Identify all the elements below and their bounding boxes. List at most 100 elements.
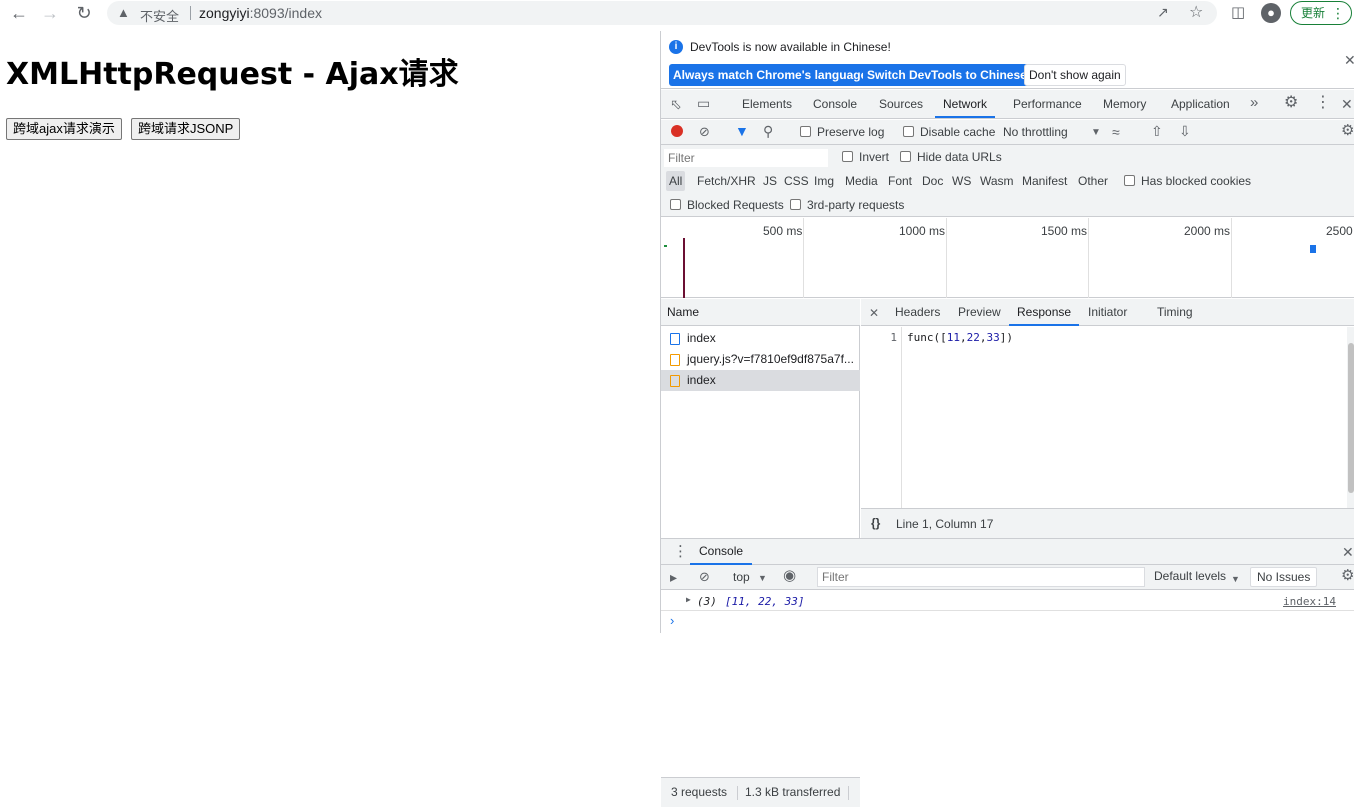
- network-filter-input[interactable]: [664, 149, 828, 167]
- request-row-index-jsonp[interactable]: index: [661, 370, 860, 391]
- console-clear-icon[interactable]: ⊘: [699, 570, 710, 584]
- web-page: XMLHttpRequest - Ajax请求 跨域ajax请求演示 跨域请求J…: [0, 27, 660, 633]
- console-settings-icon[interactable]: ⚙: [1341, 568, 1354, 583]
- drawer-tab-console[interactable]: Console: [690, 539, 753, 565]
- third-party-label: 3rd-party requests: [807, 198, 905, 212]
- scrollbar-thumb[interactable]: [1348, 343, 1354, 493]
- expand-triangle-icon[interactable]: ▶: [686, 595, 691, 604]
- drawer-menu-icon[interactable]: ⋮: [673, 544, 688, 559]
- address-bar[interactable]: ▲ 不安全 zongyiyi:8093/index ↗ ☆: [107, 1, 1217, 25]
- share-icon[interactable]: ↗: [1157, 4, 1169, 21]
- clear-icon[interactable]: ⊘: [699, 125, 710, 139]
- tab-memory[interactable]: Memory: [1101, 90, 1148, 118]
- filter-funnel-icon[interactable]: ▼: [735, 124, 749, 138]
- issues-button[interactable]: No Issues: [1250, 567, 1318, 587]
- third-party-checkbox[interactable]: [790, 199, 801, 210]
- pretty-print-icon[interactable]: {}: [871, 516, 880, 530]
- tab-network[interactable]: Network: [935, 90, 996, 118]
- log-source-link[interactable]: index:14: [1283, 595, 1336, 608]
- update-button[interactable]: 更新 ⋮: [1290, 1, 1352, 25]
- tab-initiator[interactable]: Initiator: [1086, 299, 1129, 326]
- type-filter-css[interactable]: CSS: [781, 171, 812, 191]
- preserve-log-checkbox[interactable]: [800, 126, 811, 137]
- tab-timing[interactable]: Timing: [1155, 299, 1195, 326]
- reload-icon[interactable]: ↻: [74, 4, 94, 24]
- has-blocked-cookies-checkbox[interactable]: [1124, 175, 1135, 186]
- import-har-icon[interactable]: ⇧: [1151, 124, 1163, 138]
- infobar-message: DevTools is now available in Chinese!: [690, 40, 891, 54]
- network-overview-timeline[interactable]: 500 ms 1000 ms 1500 ms 2000 ms 2500: [661, 218, 1354, 298]
- type-filter-manifest[interactable]: Manifest: [1019, 171, 1070, 191]
- type-filter-wasm[interactable]: Wasm: [977, 171, 1017, 191]
- hide-data-urls-checkbox[interactable]: [900, 151, 911, 162]
- request-row-jquery[interactable]: jquery.js?v=f7810ef9df875a7f...: [661, 349, 860, 370]
- record-icon[interactable]: [671, 125, 683, 137]
- type-filter-font[interactable]: Font: [885, 171, 915, 191]
- type-filter-ws[interactable]: WS: [949, 171, 974, 191]
- cors-ajax-demo-button[interactable]: 跨域ajax请求演示: [6, 118, 122, 140]
- disable-cache-checkbox[interactable]: [903, 126, 914, 137]
- response-viewer[interactable]: 1 func([11,22,33]): [861, 327, 1347, 508]
- forward-arrow-icon[interactable]: →: [40, 4, 60, 24]
- console-log-entry[interactable]: ▶ (3) [11, 22, 33] index:14: [661, 591, 1354, 611]
- response-status-bar: {} Line 1, Column 17: [861, 508, 1354, 538]
- tab-console[interactable]: Console: [811, 90, 859, 118]
- network-summary-bar: 3 requests 1.3 kB transferred: [661, 777, 860, 807]
- customize-menu-icon[interactable]: ⋮: [1315, 95, 1331, 111]
- close-detail-icon[interactable]: ✕: [869, 306, 879, 320]
- timeline-gridline: [1231, 218, 1232, 298]
- tab-elements[interactable]: Elements: [740, 90, 794, 118]
- insecure-label: 不安全: [140, 9, 180, 24]
- throttling-dropdown-icon[interactable]: ▼: [1091, 126, 1101, 140]
- type-filter-js[interactable]: JS: [760, 171, 780, 191]
- close-drawer-icon[interactable]: ✕: [1342, 545, 1354, 559]
- response-scrollbar[interactable]: [1347, 327, 1354, 508]
- throttling-select[interactable]: No throttling: [1003, 125, 1068, 139]
- request-row-index-doc[interactable]: index: [661, 328, 860, 349]
- blocked-requests-checkbox[interactable]: [670, 199, 681, 210]
- side-panel-icon[interactable]: ◫: [1231, 3, 1245, 21]
- network-conditions-icon[interactable]: ≈: [1112, 125, 1120, 139]
- tab-application[interactable]: Application: [1169, 90, 1232, 118]
- type-filter-media[interactable]: Media: [842, 171, 881, 191]
- tab-sources[interactable]: Sources: [877, 90, 925, 118]
- type-filter-fetch-xhr[interactable]: Fetch/XHR: [694, 171, 759, 191]
- bookmark-star-icon[interactable]: ☆: [1189, 2, 1203, 22]
- device-toolbar-icon[interactable]: ▭: [697, 96, 710, 110]
- tab-performance[interactable]: Performance: [1011, 90, 1084, 118]
- tab-response[interactable]: Response: [1009, 299, 1080, 326]
- levels-dropdown-icon[interactable]: ▼: [1231, 572, 1240, 586]
- profile-avatar-icon[interactable]: ●: [1261, 3, 1281, 23]
- dont-show-again-button[interactable]: Don't show again: [1024, 64, 1126, 86]
- console-sidebar-icon[interactable]: ▸: [670, 570, 677, 584]
- live-expression-eye-icon[interactable]: ◉: [783, 568, 796, 583]
- more-tabs-chevron-icon[interactable]: »: [1250, 95, 1258, 110]
- match-language-button[interactable]: Always match Chrome's language: [669, 64, 872, 86]
- type-filter-doc[interactable]: Doc: [919, 171, 946, 191]
- tab-preview[interactable]: Preview: [956, 299, 1003, 326]
- settings-gear-icon[interactable]: ⚙: [1284, 95, 1298, 111]
- switch-to-chinese-button[interactable]: Switch DevTools to Chinese: [863, 64, 1031, 86]
- name-column-header[interactable]: Name: [661, 299, 860, 326]
- back-arrow-icon[interactable]: ←: [9, 4, 29, 24]
- type-filter-img[interactable]: Img: [811, 171, 837, 191]
- context-select[interactable]: top: [733, 570, 750, 584]
- invert-checkbox[interactable]: [842, 151, 853, 162]
- jsonp-request-button[interactable]: 跨域请求JSONP: [131, 118, 241, 140]
- inspect-element-icon[interactable]: ⬁: [670, 97, 682, 111]
- script-file-icon: [670, 354, 680, 366]
- request-name: jquery.js?v=f7810ef9df875a7f...: [687, 352, 854, 366]
- type-filter-all[interactable]: All: [666, 171, 686, 191]
- close-devtools-icon[interactable]: ✕: [1341, 97, 1353, 111]
- update-label: 更新: [1301, 6, 1326, 20]
- context-dropdown-icon[interactable]: ▼: [758, 571, 767, 585]
- type-filter-other[interactable]: Other: [1075, 171, 1111, 191]
- log-levels-select[interactable]: Default levels: [1148, 567, 1232, 587]
- tab-headers[interactable]: Headers: [893, 299, 942, 326]
- export-har-icon[interactable]: ⇩: [1179, 124, 1191, 138]
- close-infobar-icon[interactable]: ✕: [1344, 52, 1354, 69]
- network-settings-icon[interactable]: ⚙: [1341, 123, 1354, 138]
- console-filter-input[interactable]: [817, 567, 1145, 587]
- console-prompt[interactable]: ›: [661, 611, 1354, 633]
- search-icon[interactable]: ⚲: [763, 124, 773, 138]
